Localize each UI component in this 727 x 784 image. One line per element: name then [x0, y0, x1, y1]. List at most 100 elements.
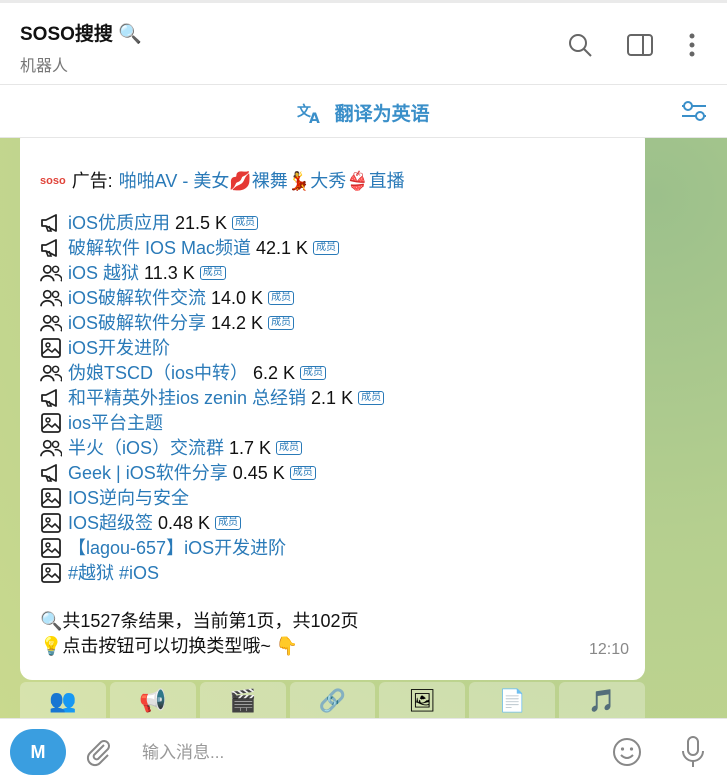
attach-icon[interactable]: [84, 737, 114, 772]
result-item: iOS破解软件分享 14.2 K 成员: [40, 311, 295, 335]
member-badge: 成员: [358, 391, 385, 405]
result-item: iOS开发进阶: [40, 336, 170, 360]
result-link[interactable]: 半火（iOS）交流群: [68, 436, 224, 460]
more-menu-icon[interactable]: [678, 31, 706, 59]
sidebar-toggle-icon[interactable]: [626, 31, 654, 59]
chat-area[interactable]: soso 广告: 啪啪AV - 美女💋裸舞💃大秀👙直播 iOS优质应用 21.5 …: [0, 138, 727, 718]
member-badge: 成员: [300, 366, 327, 380]
megaphone-icon: [40, 462, 62, 484]
member-badge: 成员: [289, 466, 316, 480]
member-count: 42.1 K: [256, 238, 309, 258]
file-icon: 📄: [498, 688, 526, 713]
member-badge: 成员: [268, 316, 295, 330]
group-icon: [40, 287, 62, 309]
result-link[interactable]: iOS优质应用: [68, 211, 170, 235]
ad-prefix: 广告:: [71, 171, 113, 191]
group-icon: [40, 362, 62, 384]
result-link[interactable]: 【lagou-657】iOS开发进阶: [68, 536, 286, 560]
result-link[interactable]: 破解软件 IOS Mac频道: [68, 236, 251, 260]
result-link[interactable]: iOS破解软件交流: [68, 286, 206, 310]
microphone-icon[interactable]: [680, 735, 706, 774]
picture-icon: 🖼: [408, 688, 437, 713]
member-count: 2.1 K: [311, 388, 354, 408]
summary-text: 🔍共1527条结果，当前第1页，共102页: [40, 611, 359, 631]
input-bar: M: [0, 718, 727, 784]
result-link[interactable]: IOS超级签: [68, 511, 153, 535]
keyboard-button-megaphone[interactable]: 📢: [109, 682, 196, 718]
result-item: Geek | iOS软件分享 0.45 K 成员: [40, 461, 316, 485]
member-count: 14.2 K: [211, 313, 264, 333]
translate-button[interactable]: 文A 翻译为英语: [0, 99, 727, 127]
member-badge: 成员: [276, 441, 303, 455]
megaphone-icon: [40, 212, 62, 234]
result-link[interactable]: Geek | iOS软件分享: [68, 461, 228, 485]
hint-text: 💡点击按钮可以切换类型哦~ 👇: [40, 636, 299, 656]
translate-bar[interactable]: 文A 翻译为英语: [0, 84, 727, 138]
inline-keyboard: 👥 📢 🎬 🔗 🖼 📄 🎵: [20, 682, 646, 718]
message-time: 12:10: [588, 641, 629, 658]
member-count: 1.7 K: [229, 438, 272, 458]
keyboard-button-link[interactable]: 🔗: [289, 682, 376, 718]
keyboard-button-music[interactable]: 🎵: [559, 682, 646, 718]
ad-row: soso 广告: 啪啪AV - 美女💋裸舞💃大秀👙直播: [40, 169, 405, 193]
result-item: iOS优质应用 21.5 K 成员: [40, 211, 259, 235]
member-badge: 成员: [313, 241, 340, 255]
result-item: #越狱 #iOS: [40, 561, 159, 585]
result-item: 破解软件 IOS Mac频道 42.1 K 成员: [40, 236, 340, 260]
video-icon: 🎬: [228, 688, 257, 713]
result-link[interactable]: IOS逆向与安全: [68, 486, 189, 510]
ad-link[interactable]: 啪啪AV - 美女💋裸舞💃大秀👙直播: [119, 169, 405, 193]
keyboard-button-picture[interactable]: 🖼: [379, 682, 466, 718]
keyboard-button-file[interactable]: 📄: [469, 682, 556, 718]
result-item: IOS逆向与安全: [40, 486, 189, 510]
image-icon: [40, 562, 62, 584]
chat-title[interactable]: SOSO搜搜 🔍: [20, 19, 142, 46]
member-count: 0.48 K: [158, 513, 211, 533]
result-link[interactable]: #越狱 #iOS: [68, 561, 159, 585]
group-icon: 👥: [49, 688, 77, 713]
result-item: iOS破解软件交流 14.0 K 成员: [40, 286, 295, 310]
image-icon: [40, 412, 62, 434]
image-icon: [40, 337, 62, 359]
member-badge: 成员: [268, 291, 295, 305]
svg-text:A: A: [309, 111, 320, 124]
translate-icon: 文A: [297, 103, 328, 127]
keyboard-button-video[interactable]: 🎬: [199, 682, 286, 718]
result-item: 伪娘TSCD（ios中转） 6.2 K 成员: [40, 361, 327, 385]
result-link[interactable]: iOS开发进阶: [68, 336, 170, 360]
member-count: 6.2 K: [253, 363, 296, 383]
result-item: 和平精英外挂ios zenin 总经销 2.1 K 成员: [40, 386, 385, 410]
result-link[interactable]: ios平台主题: [68, 411, 163, 435]
chat-subtitle: 机器人: [20, 58, 69, 75]
member-count: 14.0 K: [211, 288, 264, 308]
translate-label: 翻译为英语: [334, 104, 430, 125]
megaphone-icon: 📢: [139, 688, 167, 713]
group-icon: [40, 262, 62, 284]
avatar[interactable]: M: [10, 729, 66, 775]
result-link[interactable]: iOS 越狱: [68, 261, 139, 285]
result-item: ios平台主题: [40, 411, 163, 435]
result-item: IOS超级签 0.48 K 成员: [40, 511, 242, 535]
message-input[interactable]: [140, 739, 564, 767]
megaphone-icon: [40, 237, 62, 259]
result-link[interactable]: 伪娘TSCD（ios中转）: [68, 361, 248, 385]
member-badge: 成员: [215, 516, 242, 530]
soso-logo: soso: [40, 175, 66, 187]
member-badge: 成员: [199, 266, 226, 280]
result-item: iOS 越狱 11.3 K 成员: [40, 261, 226, 285]
chat-header: SOSO搜搜 🔍 机器人: [0, 0, 727, 84]
result-link[interactable]: iOS破解软件分享: [68, 311, 206, 335]
translate-settings-icon[interactable]: [680, 99, 708, 128]
emoji-icon[interactable]: [612, 737, 642, 772]
megaphone-icon: [40, 387, 62, 409]
image-icon: [40, 487, 62, 509]
message-bubble: soso 广告: 啪啪AV - 美女💋裸舞💃大秀👙直播 iOS优质应用 21.5 …: [20, 138, 645, 680]
member-count: 21.5 K: [175, 213, 228, 233]
image-icon: [40, 512, 62, 534]
keyboard-button-group[interactable]: 👥: [20, 682, 106, 718]
result-item: 半火（iOS）交流群 1.7 K 成员: [40, 436, 303, 460]
search-icon[interactable]: [566, 31, 594, 59]
link-icon: 🔗: [318, 688, 347, 713]
group-icon: [40, 312, 62, 334]
result-link[interactable]: 和平精英外挂ios zenin 总经销: [68, 386, 306, 410]
